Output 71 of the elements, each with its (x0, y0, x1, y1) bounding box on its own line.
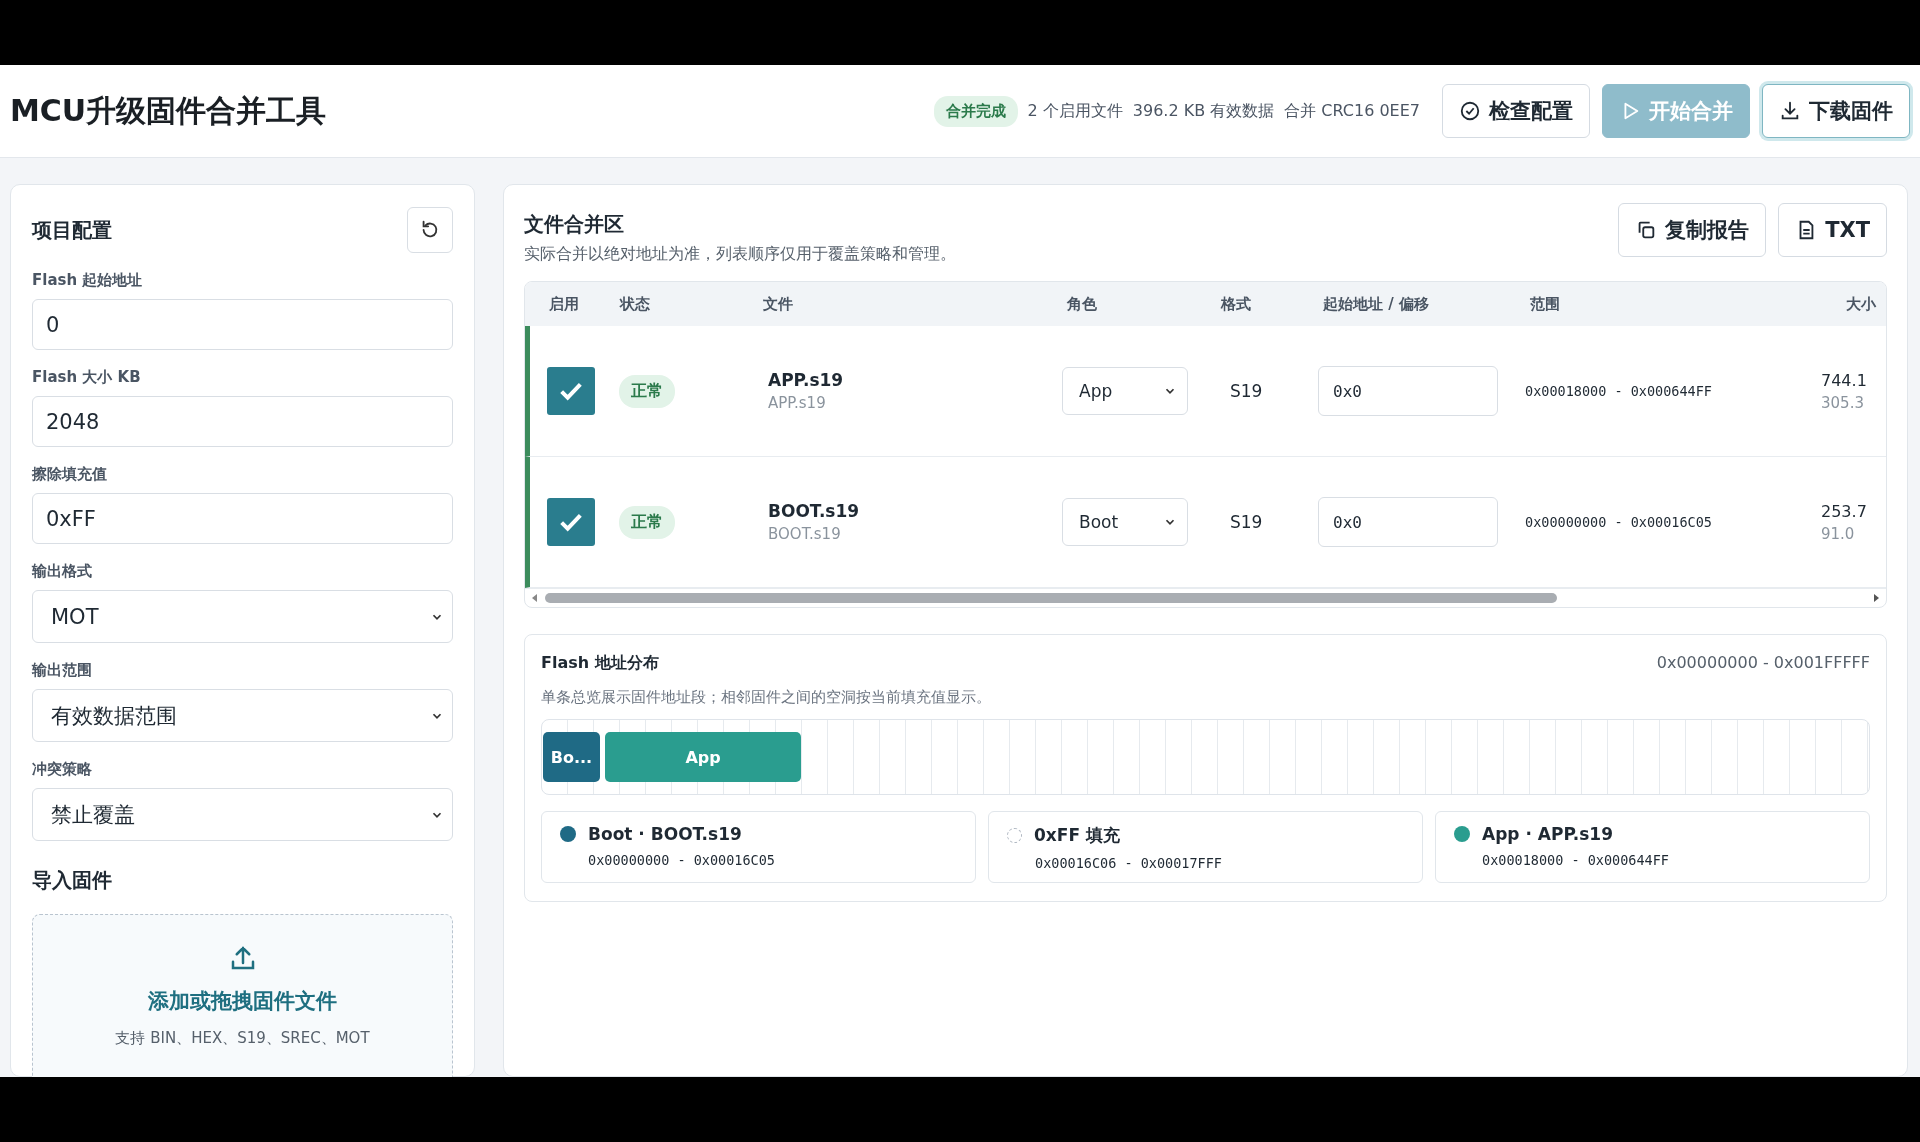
offset-input[interactable]: 0x0 (1318, 366, 1498, 416)
status-badge: 正常 (619, 374, 675, 408)
enable-checkbox[interactable] (547, 498, 595, 546)
size-text: 744.1 (1821, 370, 1868, 390)
size-text: 91.0 (1821, 524, 1856, 543)
status-badge: 合并完成 (933, 95, 1018, 127)
input-field[interactable]: 0xFF (32, 493, 453, 544)
app-title: MCU升级固件合并工具 (10, 91, 328, 130)
address-range: 0x00018000 - 0x000644FF (1482, 852, 1670, 868)
download-button[interactable]: 下载固件 (1762, 84, 1910, 138)
panel-title: 项目配置 (32, 216, 112, 244)
role-select[interactable]: Boot (1062, 498, 1188, 546)
field-label: 输出范围 (32, 661, 93, 680)
column-header: 格式 (1219, 294, 1252, 314)
table-cell-text: S19 (1229, 512, 1264, 532)
select-field[interactable]: 禁止覆盖 (32, 788, 453, 841)
select-field[interactable]: MOT (32, 590, 453, 643)
size-text: 305.3 (1821, 393, 1865, 412)
offset-input[interactable]: 0x0 (1318, 497, 1498, 547)
column-header: 大小 (1845, 294, 1876, 314)
file-path: BOOT.s19 (767, 525, 842, 543)
field-label: 输出格式 (32, 562, 93, 581)
panel-title: 文件合并区 (524, 211, 625, 238)
file-path: APP.s19 (767, 394, 827, 412)
stat-text: 2 个启用文件 (1027, 100, 1123, 122)
column-header: 起始地址 / 偏移 (1322, 294, 1430, 314)
check-circle-icon (1459, 100, 1481, 122)
enable-checkbox[interactable] (547, 367, 595, 415)
scroll-left-icon[interactable] (531, 594, 539, 602)
legend-label: Boot · BOOT.s19 (588, 824, 742, 844)
input-field[interactable]: 0 (32, 299, 453, 350)
address-range: 0x00000000 - 0x00016C05 (588, 852, 776, 868)
address-range: 0x00016C06 - 0x00017FFF (1035, 855, 1223, 871)
reset-button[interactable] (407, 207, 453, 253)
field-label: 冲突策略 (32, 760, 93, 779)
status-badge: 正常 (619, 505, 675, 539)
table-cell-text: S19 (1229, 381, 1264, 401)
check-config-button[interactable]: 检查配置 (1442, 84, 1590, 138)
section-description: 单条总览展示固件地址段；相邻固件之间的空洞按当前填充值显示。 (541, 688, 992, 707)
drop-hint: 支持 BIN、HEX、S19、SREC、MOT (115, 1029, 370, 1048)
export-button[interactable]: TXT (1778, 203, 1887, 257)
memory-segment[interactable]: Bo... (543, 732, 600, 782)
drop-title: 添加或拖拽固件文件 (148, 988, 337, 1015)
address-range: 0x00000000 - 0x00016C05 (1525, 514, 1713, 530)
file-name: APP.s19 (767, 370, 845, 390)
field-label: 擦除填充值 (32, 465, 108, 484)
copy-report-button[interactable]: 复制报告 (1618, 203, 1767, 257)
column-header: 启用 (548, 294, 580, 314)
legend-label: App · APP.s19 (1482, 824, 1613, 844)
field-label: Flash 起始地址 (32, 271, 144, 290)
stat-text: 396.2 KB 有效数据 (1132, 100, 1275, 122)
scroll-right-icon[interactable] (1872, 594, 1880, 602)
select-field[interactable]: 有效数据范围 (32, 689, 453, 742)
size-text: 253.7 (1821, 501, 1868, 521)
file-drop-zone[interactable]: 添加或拖拽固件文件 支持 BIN、HEX、S19、SREC、MOT (32, 914, 453, 1077)
column-header: 状态 (618, 294, 651, 314)
column-header: 文件 (762, 294, 794, 314)
column-header: 角色 (1066, 294, 1098, 314)
address-range: 0x00018000 - 0x000644FF (1525, 383, 1713, 399)
input-field[interactable]: 2048 (32, 396, 453, 447)
section-title: 导入固件 (32, 867, 113, 894)
section-title: Flash 地址分布 (541, 653, 659, 674)
address-range: 0x00000000 - 0x001FFFFF (1656, 653, 1870, 674)
column-header: 范围 (1529, 294, 1561, 314)
panel-subtitle: 实际合并以绝对地址为准，列表顺序仅用于覆盖策略和管理。 (524, 244, 956, 265)
field-label: Flash 大小 KB (32, 368, 142, 387)
file-name: BOOT.s19 (767, 501, 861, 521)
download-icon (1779, 100, 1801, 122)
role-select[interactable]: App (1062, 367, 1188, 415)
stat-text: 合并 CRC16 0EE7 (1284, 100, 1420, 122)
legend-label: 0xFF 填充 (1034, 824, 1120, 847)
